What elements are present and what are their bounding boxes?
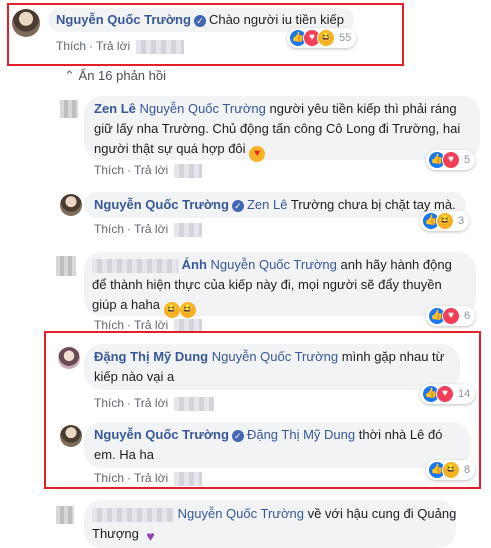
hide-replies-link[interactable]: ⌃ Ẩn 16 phản hồi xyxy=(64,68,166,84)
reaction-summary[interactable]: 👍 ♥ 14 xyxy=(420,384,476,404)
reaction-summary[interactable]: 👍 😆 8 xyxy=(426,460,476,480)
purple-heart-emoji-icon: ♥ xyxy=(146,528,155,544)
haha-reaction-icon: 😆 xyxy=(442,461,460,479)
avatar[interactable] xyxy=(60,100,78,118)
reaction-summary[interactable]: 👍 ♥ 5 xyxy=(426,150,476,170)
comment-bubble: Nguyễn Quốc Trường ✓ Zen Lê Trường chưa bị… xyxy=(84,192,466,218)
reaction-count: 55 xyxy=(339,32,352,44)
comment-bubble: Đặng Thị Mỹ Dung Nguyễn Quốc Trường mình… xyxy=(84,344,460,390)
haha-reaction-icon: 😆 xyxy=(317,29,335,47)
avatar[interactable] xyxy=(60,425,82,447)
comment-text-line1: anh hãy hành động xyxy=(336,257,452,272)
love-reaction-icon: ♥ xyxy=(442,307,460,325)
reaction-count: 8 xyxy=(464,464,471,476)
reply-link[interactable]: Trả lời xyxy=(134,222,168,236)
like-link[interactable]: Thích xyxy=(56,39,86,53)
heart-eyes-emoji-icon: ♥ xyxy=(249,146,266,162)
avatar[interactable] xyxy=(56,256,76,276)
reaction-summary[interactable]: 👍 😆 3 xyxy=(420,211,470,231)
avatar[interactable] xyxy=(60,194,82,216)
like-link[interactable]: Thích xyxy=(94,163,124,177)
blurred-name xyxy=(92,507,174,522)
reaction-count: 3 xyxy=(458,215,465,227)
avatar[interactable] xyxy=(56,506,74,524)
comment-text-line1: về với hậu cung đi Quảng xyxy=(303,506,457,521)
like-link[interactable]: Thích xyxy=(94,396,124,410)
collapse-arrow-icon: ⌃ xyxy=(64,68,75,83)
like-link[interactable]: Thích xyxy=(94,222,124,236)
comment-text-line2: Thượng xyxy=(92,526,139,541)
verified-badge-icon: ✓ xyxy=(193,14,206,27)
comment-text: Trường chưa bị chặt tay mà. xyxy=(287,197,456,212)
commenter-name[interactable]: Nguyễn Quốc Trường xyxy=(56,12,191,27)
blurred-timestamp xyxy=(174,163,203,178)
comment-text-line3: người thật sự quá hợp đôi xyxy=(94,141,246,156)
blurred-timestamp xyxy=(174,396,215,411)
tagged-user[interactable]: Đặng Thị Mỹ Dung xyxy=(247,427,355,442)
comment-text-line1: người yêu tiền kiếp thì phải ráng xyxy=(265,101,457,116)
reaction-summary[interactable]: 👍 ♥ 6 xyxy=(426,306,476,326)
verified-badge-icon: ✓ xyxy=(231,429,244,442)
reply-link[interactable]: Trả lời xyxy=(96,39,130,53)
comment-text-line2: kiếp nào vại a xyxy=(94,369,175,384)
commenter-name[interactable]: Ánh xyxy=(182,257,207,272)
haha-reaction-icon: 😆 xyxy=(436,212,454,230)
reply-link[interactable]: Trả lời xyxy=(134,163,168,177)
reply-link[interactable]: Trả lời xyxy=(134,396,168,410)
avatar[interactable] xyxy=(12,9,40,37)
avatar[interactable] xyxy=(58,347,80,369)
commenter-name[interactable]: Đặng Thị Mỹ Dung xyxy=(94,349,208,364)
commenter-name[interactable]: Nguyễn Quốc Trường xyxy=(94,197,229,212)
blurred-name xyxy=(92,258,178,273)
reply-link[interactable]: Trả lời xyxy=(134,318,168,332)
comment-text-line2: em. Ha ha xyxy=(94,447,154,462)
comment-actions: Thích · Trả lời xyxy=(94,163,203,178)
comment-bubble: Ánh Nguyễn Quốc Trường anh hãy hành động… xyxy=(84,252,476,318)
love-reaction-icon: ♥ xyxy=(442,151,460,169)
comment-text-line3: giúp a haha xyxy=(92,297,160,312)
comment-text: Chào người iu tiền kiếp xyxy=(208,12,344,27)
blurred-timestamp xyxy=(174,471,203,486)
hide-replies-label: Ẩn 16 phản hồi xyxy=(78,68,166,83)
laughing-emoji-icon: 😆 xyxy=(163,302,180,318)
tagged-user[interactable]: Nguyễn Quốc Trường xyxy=(211,257,337,272)
comment-text-line2: để thành hiện thực của kiếp này đi, mọi … xyxy=(92,277,442,292)
blurred-timestamp xyxy=(174,222,203,237)
reaction-summary[interactable]: 👍 ♥ 😆 55 xyxy=(287,28,357,48)
comment-text-line1: thời nhà Lê đó xyxy=(355,427,443,442)
like-link[interactable]: Thích xyxy=(94,471,124,485)
comment-actions: Thích · Trả lời xyxy=(94,222,203,237)
laughing-emoji-icon: 😆 xyxy=(179,302,196,318)
comment-bubble: Nguyễn Quốc Trường ✓ Đặng Thị Mỹ Dung thời… xyxy=(84,422,470,468)
love-reaction-icon: ♥ xyxy=(436,385,454,403)
comment-bubble: Zen Lê Nguyễn Quốc Trường người yêu tiền… xyxy=(84,96,480,162)
commenter-name[interactable]: Nguyễn Quốc Trường xyxy=(94,427,229,442)
tagged-user[interactable]: Zen Lê xyxy=(247,197,287,212)
verified-badge-icon: ✓ xyxy=(231,199,244,212)
reaction-count: 6 xyxy=(464,310,471,322)
comment-bubble: Nguyễn Quốc Trường về với hậu cung đi Qu… xyxy=(84,500,456,548)
tagged-user[interactable]: Nguyễn Quốc Trường xyxy=(212,349,338,364)
reply-link[interactable]: Trả lời xyxy=(134,471,168,485)
comment-text-line2: giữ lấy nha Trường. Chủ động tấn công Cô… xyxy=(94,121,461,136)
commenter-name[interactable]: Zen Lê xyxy=(94,101,136,116)
comment-actions: Thích · Trả lời xyxy=(94,471,203,486)
like-link[interactable]: Thích xyxy=(94,318,124,332)
blurred-timestamp xyxy=(136,39,185,54)
reaction-count: 14 xyxy=(458,388,471,400)
comment-actions: Thích · Trả lời xyxy=(56,39,185,54)
comment-actions: Thích · Trả lời xyxy=(94,396,215,411)
reaction-count: 5 xyxy=(464,154,471,166)
tagged-user[interactable]: Nguyễn Quốc Trường xyxy=(140,101,266,116)
comment-text-line1: mình gặp nhau từ xyxy=(338,349,445,364)
tagged-user[interactable]: Nguyễn Quốc Trường xyxy=(178,506,304,521)
